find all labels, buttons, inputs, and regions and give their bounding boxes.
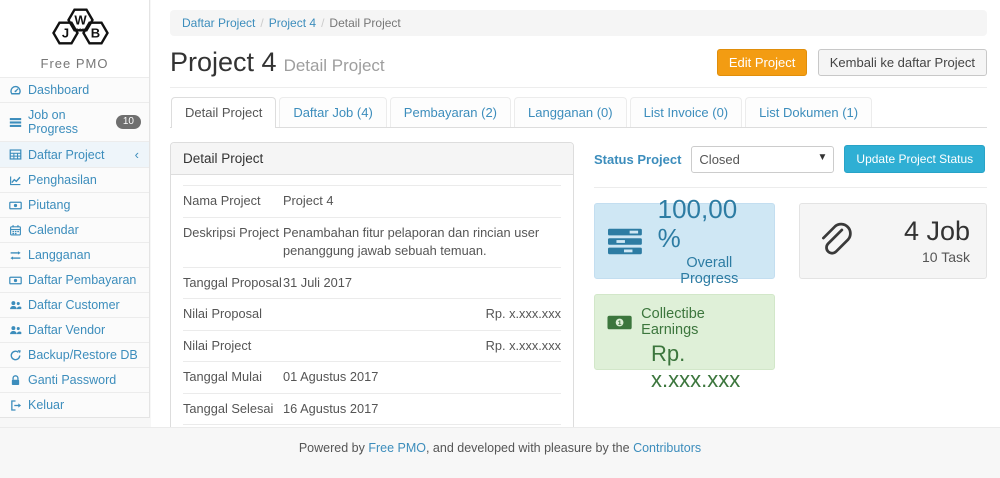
table-row: Nama ProjectProject 4	[183, 185, 561, 217]
jwb-logo-icon: J W B .com	[29, 7, 121, 49]
free-pmo-link[interactable]: Free PMO	[368, 441, 426, 455]
back-to-list-button[interactable]: Kembali ke daftar Project	[818, 49, 987, 76]
money-icon: 1	[607, 314, 632, 331]
tab-pembayaran[interactable]: Pembayaran (2)	[390, 97, 511, 127]
sidebar-item-daftar-pembayaran[interactable]: Daftar Pembayaran	[0, 267, 149, 292]
contributors-link[interactable]: Contributors	[633, 441, 701, 455]
header-actions: Edit Project Kembali ke daftar Project	[717, 49, 987, 76]
tasks-icon	[9, 116, 22, 129]
status-form: Status Project Closed ▼ Update Project S…	[594, 142, 987, 188]
update-status-button[interactable]: Update Project Status	[844, 145, 985, 173]
table-icon	[9, 148, 22, 161]
tab-detail-project[interactable]: Detail Project	[171, 97, 276, 128]
progress-value: 100,00 %	[658, 195, 761, 252]
tab-langganan[interactable]: Langganan (0)	[514, 97, 627, 127]
users-icon	[9, 299, 22, 312]
dashboard-icon	[9, 84, 22, 97]
table-row: Nilai ProjectRp. x.xxx.xxx	[183, 330, 561, 362]
table-row: Tanggal Proposal31 Juli 2017	[183, 267, 561, 299]
overall-progress-box: 100,00 % Overall Progress	[594, 203, 775, 279]
sidebar-item-ganti-password[interactable]: Ganti Password	[0, 367, 149, 392]
status-project-label: Status Project	[594, 152, 681, 167]
project-tabs: Detail Project Daftar Job (4) Pembayaran…	[170, 97, 987, 128]
sidebar-item-daftar-project[interactable]: Daftar Project ‹	[0, 141, 149, 167]
earnings-label: Collectibe Earnings	[641, 306, 762, 338]
sidebar-menu: Dashboard Job on Progress 10 Daftar Proj…	[0, 77, 149, 417]
table-row: Nilai ProposalRp. x.xxx.xxx	[183, 298, 561, 330]
sidebar-item-backup-restore[interactable]: Backup/Restore DB	[0, 342, 149, 367]
task-count-value: 10 Task	[904, 249, 970, 265]
collectible-earnings-box: 1 Collectibe Earnings Rp. x.xxx.xxx	[594, 294, 775, 370]
calendar-icon	[9, 224, 22, 237]
sign-out-icon	[9, 399, 22, 412]
sidebar-item-piutang[interactable]: Piutang	[0, 192, 149, 217]
tab-list-invoice[interactable]: List Invoice (0)	[630, 97, 743, 127]
table-row: Deskripsi ProjectPenambahan fitur pelapo…	[183, 217, 561, 267]
panel-title: Detail Project	[171, 143, 573, 175]
sidebar-item-keluar[interactable]: Keluar	[0, 392, 149, 417]
svg-text:1: 1	[618, 319, 622, 326]
tab-list-dokumen[interactable]: List Dokumen (1)	[745, 97, 872, 127]
chevron-left-icon: ‹	[135, 147, 141, 162]
app-logo: J W B .com Free PMO	[0, 0, 149, 77]
sidebar-item-dashboard[interactable]: Dashboard	[0, 77, 149, 102]
sidebar-item-penghasilan[interactable]: Penghasilan	[0, 167, 149, 192]
job-count-box: 4 Job 10 Task	[799, 203, 987, 279]
lock-icon	[9, 374, 22, 387]
page-title: Project 4Detail Project	[170, 47, 385, 78]
exchange-icon	[9, 249, 22, 262]
sidebar-item-langganan[interactable]: Langganan	[0, 242, 149, 267]
svg-text:B: B	[90, 26, 99, 41]
svg-text:W: W	[74, 13, 87, 28]
status-select[interactable]: Closed	[691, 146, 834, 173]
sidebar: J W B .com Free PMO Dashboard Job on Pro…	[0, 0, 150, 418]
page-subtitle: Detail Project	[284, 56, 385, 75]
tab-daftar-job[interactable]: Daftar Job (4)	[279, 97, 386, 127]
money-icon	[9, 199, 22, 212]
sidebar-item-job-on-progress[interactable]: Job on Progress 10	[0, 102, 149, 141]
sidebar-item-daftar-vendor[interactable]: Daftar Vendor	[0, 317, 149, 342]
page-footer: Powered by Free PMO, and developed with …	[0, 427, 1000, 478]
breadcrumb-daftar-project[interactable]: Daftar Project	[182, 16, 255, 30]
main-content: Daftar Project/Project 4/Detail Project …	[151, 0, 1000, 427]
table-row: Tanggal Selesai16 Agustus 2017	[183, 393, 561, 425]
brand-name: Free PMO	[0, 56, 149, 71]
line-chart-icon	[9, 174, 22, 187]
page-header: Project 4Detail Project Edit Project Kem…	[170, 47, 987, 88]
edit-project-button[interactable]: Edit Project	[717, 49, 807, 76]
job-count-value: 4 Job	[904, 217, 970, 247]
sidebar-item-daftar-customer[interactable]: Daftar Customer	[0, 292, 149, 317]
progress-bars-icon	[608, 228, 646, 255]
progress-label: Overall Progress	[658, 255, 761, 287]
refresh-icon	[9, 349, 22, 362]
breadcrumb: Daftar Project/Project 4/Detail Project	[170, 10, 987, 36]
table-row: Tanggal Mulai01 Agustus 2017	[183, 361, 561, 393]
breadcrumb-project-4[interactable]: Project 4	[269, 16, 316, 30]
job-count-badge: 10	[116, 115, 141, 129]
svg-text:.com: .com	[74, 28, 87, 34]
svg-text:J: J	[61, 26, 68, 41]
users-icon	[9, 324, 22, 337]
paperclip-icon	[816, 222, 854, 260]
money-icon	[9, 274, 22, 287]
breadcrumb-current: Detail Project	[329, 16, 400, 30]
sidebar-item-calendar[interactable]: Calendar	[0, 217, 149, 242]
earnings-value: Rp. x.xxx.xxx	[651, 341, 762, 393]
